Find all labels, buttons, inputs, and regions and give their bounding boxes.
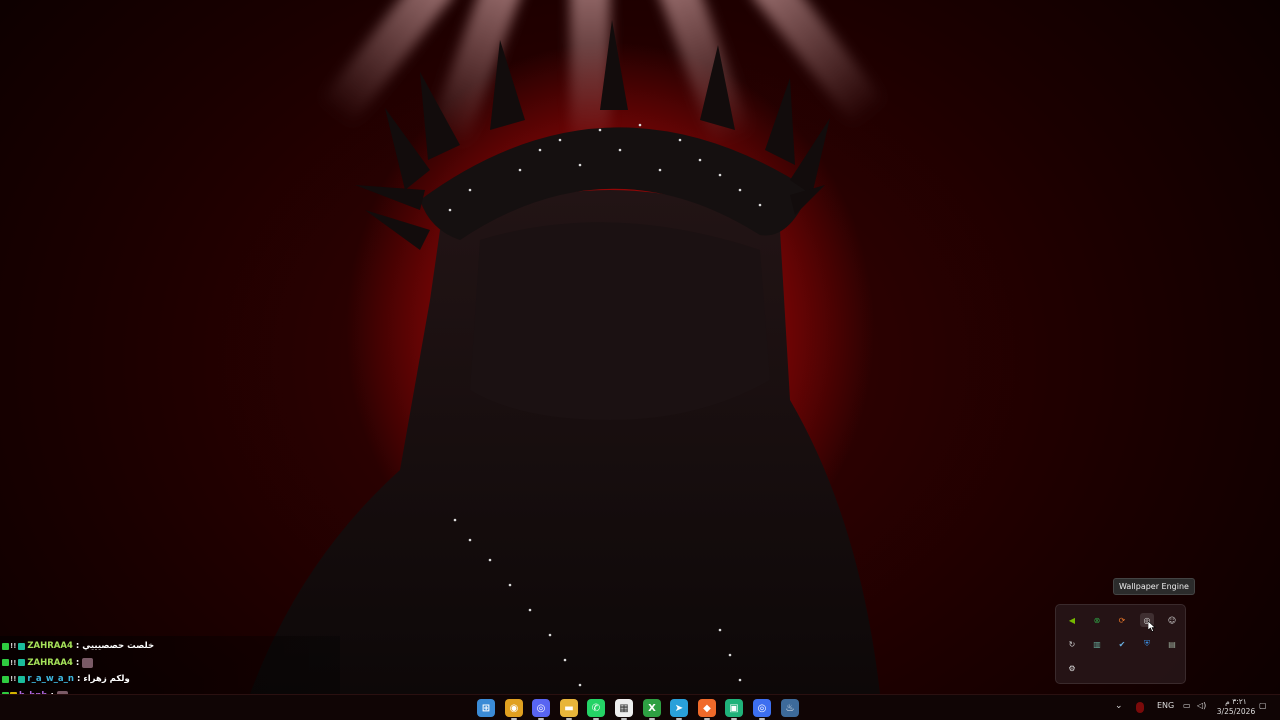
notification-icon[interactable]: ▢ [1259,701,1267,710]
language-indicator[interactable]: ENG [1157,701,1174,710]
chat-message: !! ZAHRAA4 : خلصت حصصيييي [2,638,340,655]
green-app[interactable]: ▣ [725,699,743,720]
taskbar: ⊞ ◉ ◎ ▬ ✆ ▦ X ➤ ◆ ▣ ◎ ♨ ⌄ ENG ▭ ◁) ٣:٢١ م 3/25/2026… [0,694,1280,720]
sync-icon[interactable]: ⟳ [1115,613,1129,627]
chrome-app[interactable]: ◉ [505,699,523,720]
blue-app[interactable]: ◎ [753,699,771,720]
update-icon[interactable]: ↻ [1065,637,1079,651]
emote-icon [82,657,94,668]
whatsapp-app[interactable]: ✆ [587,699,605,720]
badge-icon [2,675,9,683]
keyboard-icon[interactable]: ▤ [1165,637,1179,651]
chat-message: !! r_a_w_a_n : ولكم زهراء [2,671,340,688]
clock-time: ٣:٢١ م [1225,697,1247,706]
badge-icon [18,675,26,683]
chat-text: ولكم زهراء [83,674,130,685]
monitor-icon[interactable]: ▥ [1090,637,1104,651]
badge-icon [18,642,26,650]
red-tray-icon[interactable] [1136,702,1144,713]
nvidia-icon[interactable]: ◀ [1065,613,1079,627]
telegram-app[interactable]: ➤ [670,699,688,720]
desktop-wallpaper [0,0,1280,694]
discord-icon[interactable]: ☺ [1165,613,1179,627]
tray-overflow-popup: ◀ ⊗ ⟳ ◎ ☺ ↻ ▥ ✔ ⛨ ▤ ⚙ [1055,604,1186,684]
calendar-app[interactable]: ▦ [615,699,633,720]
chat-username: ZAHRAA4 [27,657,73,668]
discord-bot-app[interactable]: ◎ [532,699,550,720]
chat-text: خلصت حصصيييي [82,641,155,652]
orange-app[interactable]: ◆ [698,699,716,720]
volume-icon[interactable]: ◁) [1197,701,1206,710]
bluetooth-icon[interactable]: ✔ [1115,637,1129,651]
settings-gear-icon[interactable]: ⚙ [1065,661,1079,675]
start-button[interactable]: ⊞ [477,699,495,717]
chat-message: !! ZAHRAA4 : [2,655,340,672]
steam-app[interactable]: ♨ [781,699,799,717]
xbox-icon[interactable]: ⊗ [1090,613,1104,627]
clock-date: 3/25/2026 [1216,707,1256,716]
badge-icon [18,659,26,667]
veiled-figure-illustration [250,20,880,694]
clock[interactable]: ٣:٢١ م 3/25/2026 [1216,697,1256,717]
security-icon[interactable]: ⛨ [1140,637,1154,651]
file-explorer-app[interactable]: ▬ [560,699,578,720]
network-icon[interactable]: ▭ [1183,701,1191,710]
tray-tooltip: Wallpaper Engine [1113,578,1195,595]
mouse-cursor-icon [1148,621,1156,632]
chat-username: r_a_w_a_n [27,674,74,685]
chat-username: ZAHRAA4 [27,641,73,652]
badge-icon [2,659,9,667]
xbox-app[interactable]: X [643,699,661,720]
chevron-up-icon[interactable]: ⌄ [1115,701,1123,711]
badge-icon [2,642,9,650]
